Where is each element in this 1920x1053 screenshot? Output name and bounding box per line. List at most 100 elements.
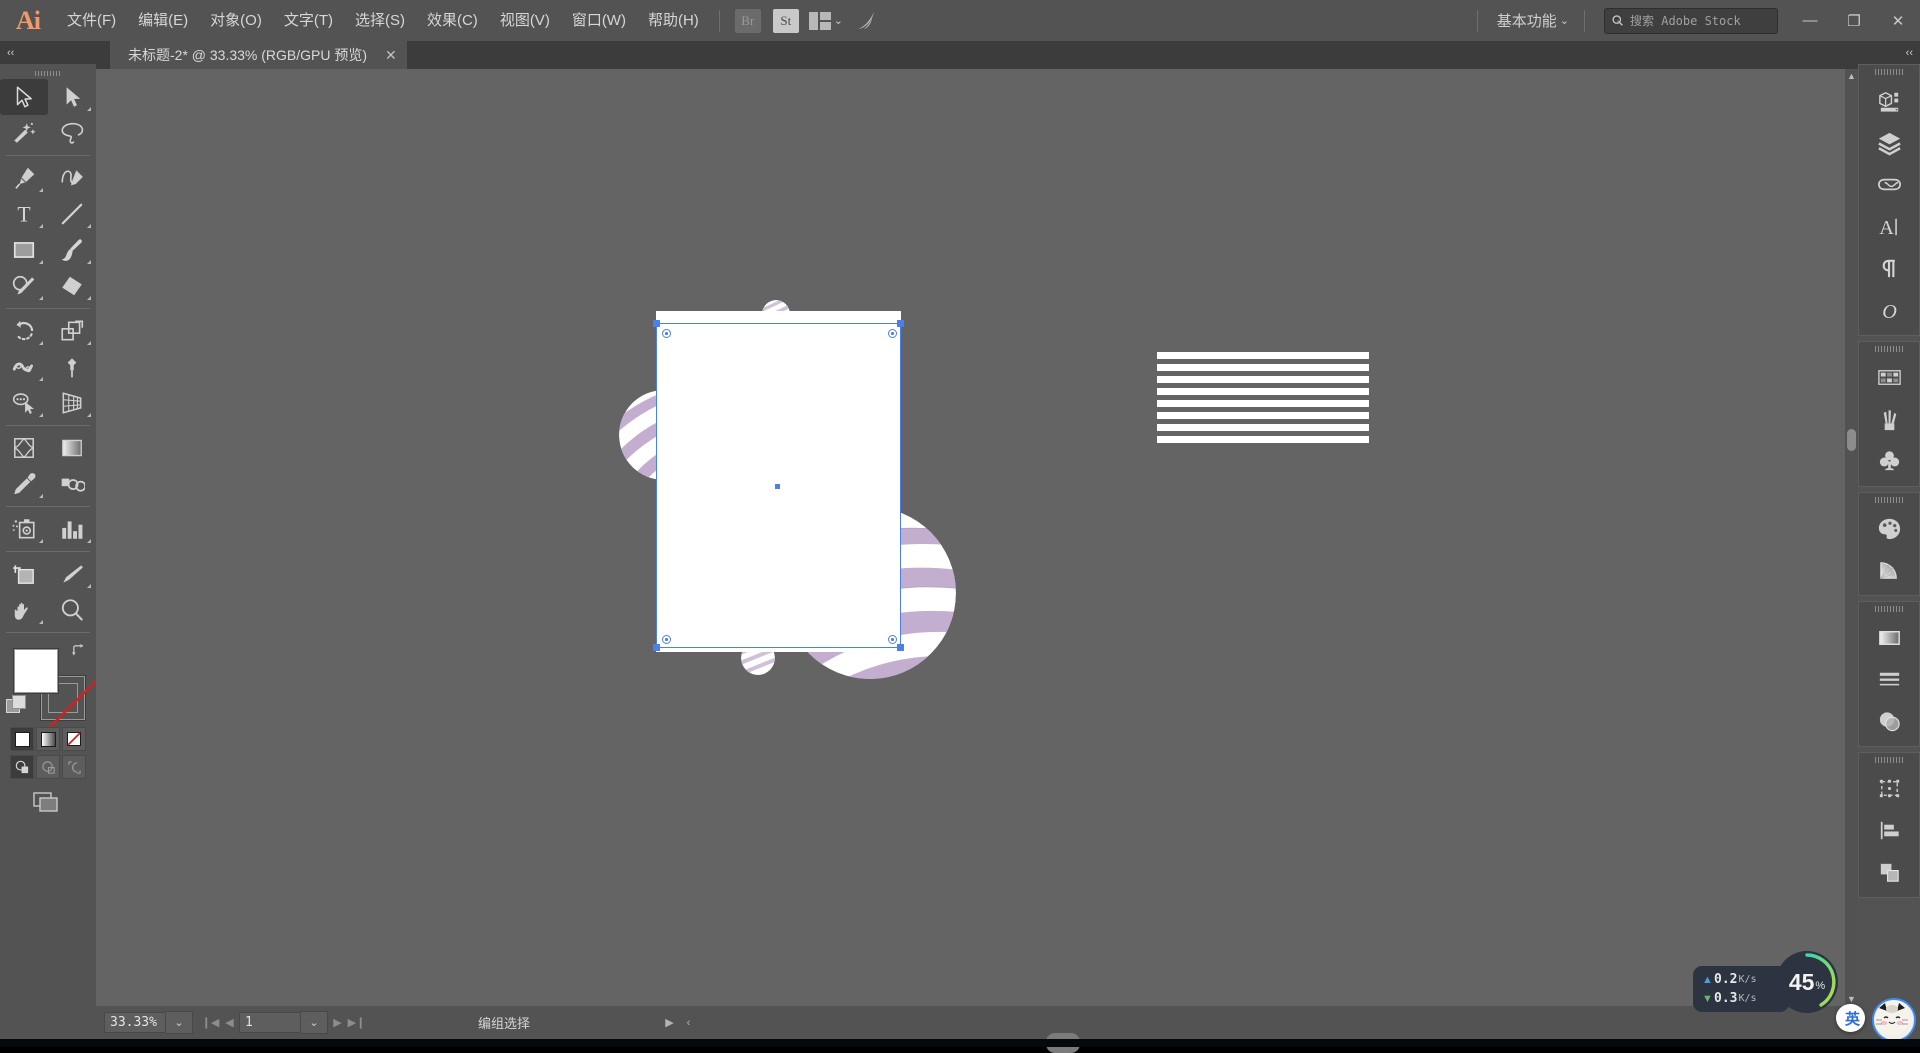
symbol-sprayer-tool[interactable] [0, 511, 48, 547]
draw-normal-button[interactable] [10, 755, 34, 779]
selection-handle-bl[interactable] [653, 644, 660, 651]
menu-object[interactable]: 对象(O) [199, 0, 273, 41]
menu-select[interactable]: 选择(S) [344, 0, 416, 41]
transparency-icon[interactable] [1859, 700, 1919, 742]
fill-swatch[interactable] [14, 649, 58, 693]
perspective-grid-tool[interactable] [48, 385, 96, 421]
path-anchor-tl[interactable] [662, 329, 671, 338]
swatches-icon[interactable] [1859, 356, 1919, 398]
menu-type[interactable]: 文字(T) [273, 0, 344, 41]
workspace-chevron-down-icon[interactable]: ⌄ [1560, 14, 1569, 27]
curvature-tool[interactable] [48, 160, 96, 196]
path-anchor-tr[interactable] [888, 329, 897, 338]
paragraph-icon[interactable] [1859, 247, 1919, 289]
shape-builder-tool[interactable] [0, 385, 48, 421]
screen-mode-button[interactable] [32, 791, 62, 815]
user-avatar[interactable] [1872, 998, 1916, 1042]
width-tool[interactable] [0, 349, 48, 385]
panel-group-grip[interactable] [1859, 493, 1919, 507]
selection-handle-tr[interactable] [897, 320, 904, 327]
artboard-tool[interactable] [0, 556, 48, 592]
close-button[interactable]: ✕ [1876, 0, 1920, 41]
restore-button[interactable]: ❐ [1832, 0, 1876, 41]
zoom-tool[interactable] [48, 592, 96, 628]
zoom-level-input[interactable]: 33.33% [104, 1012, 166, 1033]
selection-handle-tl[interactable] [653, 320, 660, 327]
brushes-icon[interactable] [1859, 398, 1919, 440]
panel-group-grip[interactable] [1859, 65, 1919, 79]
libraries-icon[interactable] [1859, 163, 1919, 205]
pathfinder-icon[interactable] [1859, 851, 1919, 893]
mesh-tool[interactable] [0, 430, 48, 466]
canvas-vertical-scrollbar[interactable]: ▲ ▼ [1845, 69, 1858, 1006]
draw-behind-button[interactable] [36, 755, 60, 779]
eraser-tool[interactable] [48, 268, 96, 304]
network-speed-widget[interactable]: ▲ 0.2 K/s ▼ 0.3 K/s [1693, 966, 1789, 1012]
workspace-switcher-label[interactable]: 基本功能 [1497, 10, 1557, 31]
menu-help[interactable]: 帮助(H) [637, 0, 710, 41]
gradient-mode-button[interactable] [36, 727, 60, 751]
menu-edit[interactable]: 编辑(E) [127, 0, 199, 41]
minimize-button[interactable]: — [1788, 0, 1832, 41]
selection-handle-br[interactable] [897, 644, 904, 651]
selection-tool[interactable] [0, 79, 48, 115]
paintbrush-tool[interactable] [48, 232, 96, 268]
gradient-icon[interactable] [1859, 616, 1919, 658]
free-transform-tool[interactable] [48, 349, 96, 385]
hand-tool[interactable] [0, 592, 48, 628]
right-panel-collapse-button[interactable]: ‹‹ [1858, 41, 1920, 64]
left-panel-collapse-button[interactable]: ‹‹ [0, 41, 103, 64]
menu-file[interactable]: 文件(F) [56, 0, 127, 41]
canvas[interactable] [96, 69, 1858, 1006]
horizontal-stripes[interactable] [1157, 352, 1369, 446]
panel-group-grip[interactable] [1859, 602, 1919, 616]
rectangle-tool[interactable] [0, 232, 48, 268]
artboard-number-input[interactable]: 1 [239, 1012, 301, 1033]
layers-icon[interactable] [1859, 121, 1919, 163]
symbols-icon[interactable] [1859, 440, 1919, 482]
draw-inside-button[interactable] [62, 755, 86, 779]
lasso-tool[interactable] [48, 115, 96, 151]
pen-tool[interactable] [0, 160, 48, 196]
zoom-chevron-down-icon[interactable]: ⌄ [166, 1011, 193, 1034]
blend-tool[interactable] [48, 466, 96, 502]
align-icon[interactable] [1859, 809, 1919, 851]
panel-group-grip[interactable] [1859, 342, 1919, 356]
swap-fill-stroke-icon[interactable] [71, 643, 86, 661]
document-tab[interactable]: 未标题-2* @ 33.33% (RGB/GPU 预览) ✕ [110, 41, 407, 69]
bridge-icon[interactable]: Br [734, 8, 761, 33]
properties-icon[interactable] [1859, 79, 1919, 121]
status-menu-arrow[interactable]: ▶ [660, 1012, 679, 1033]
first-artboard-button[interactable]: ❙◀ [201, 1012, 220, 1033]
vertical-scroll-thumb[interactable] [1847, 429, 1856, 451]
document-tab-close-icon[interactable]: ✕ [385, 47, 397, 64]
status-scroll-left-arrow[interactable]: ‹ [679, 1012, 698, 1033]
rotate-tool[interactable] [0, 313, 48, 349]
none-mode-button[interactable] [62, 727, 86, 751]
scroll-up-icon[interactable]: ▲ [1845, 69, 1858, 83]
type-tool[interactable]: T [0, 196, 48, 232]
slice-tool[interactable] [48, 556, 96, 592]
path-anchor-br[interactable] [888, 635, 897, 644]
arrange-chevron-down-icon[interactable]: ⌄ [834, 14, 843, 27]
stock-search-input[interactable]: 搜索 Adobe Stock [1604, 7, 1778, 34]
transform-icon[interactable] [1859, 767, 1919, 809]
magic-wand-tool[interactable] [0, 115, 48, 151]
color-mode-button[interactable] [10, 727, 34, 751]
line-segment-tool[interactable] [48, 196, 96, 232]
color-icon[interactable] [1859, 507, 1919, 549]
menu-view[interactable]: 视图(V) [489, 0, 561, 41]
adobe-flourish-icon[interactable] [853, 9, 879, 33]
eyedropper-tool[interactable] [0, 466, 48, 502]
menu-window[interactable]: 窗口(W) [561, 0, 637, 41]
glyphs-icon[interactable]: O [1859, 289, 1919, 331]
direct-selection-tool[interactable] [48, 79, 96, 115]
ime-indicator[interactable]: 英 [1836, 1004, 1866, 1032]
panel-group-grip[interactable] [1859, 753, 1919, 767]
prev-artboard-button[interactable]: ◀ [220, 1012, 239, 1033]
arrange-documents-icon[interactable] [808, 11, 831, 30]
shaper-tool[interactable] [0, 268, 48, 304]
scale-tool[interactable] [48, 313, 96, 349]
stroke-icon[interactable] [1859, 658, 1919, 700]
cpu-usage-gauge[interactable]: 45 % [1776, 951, 1838, 1013]
